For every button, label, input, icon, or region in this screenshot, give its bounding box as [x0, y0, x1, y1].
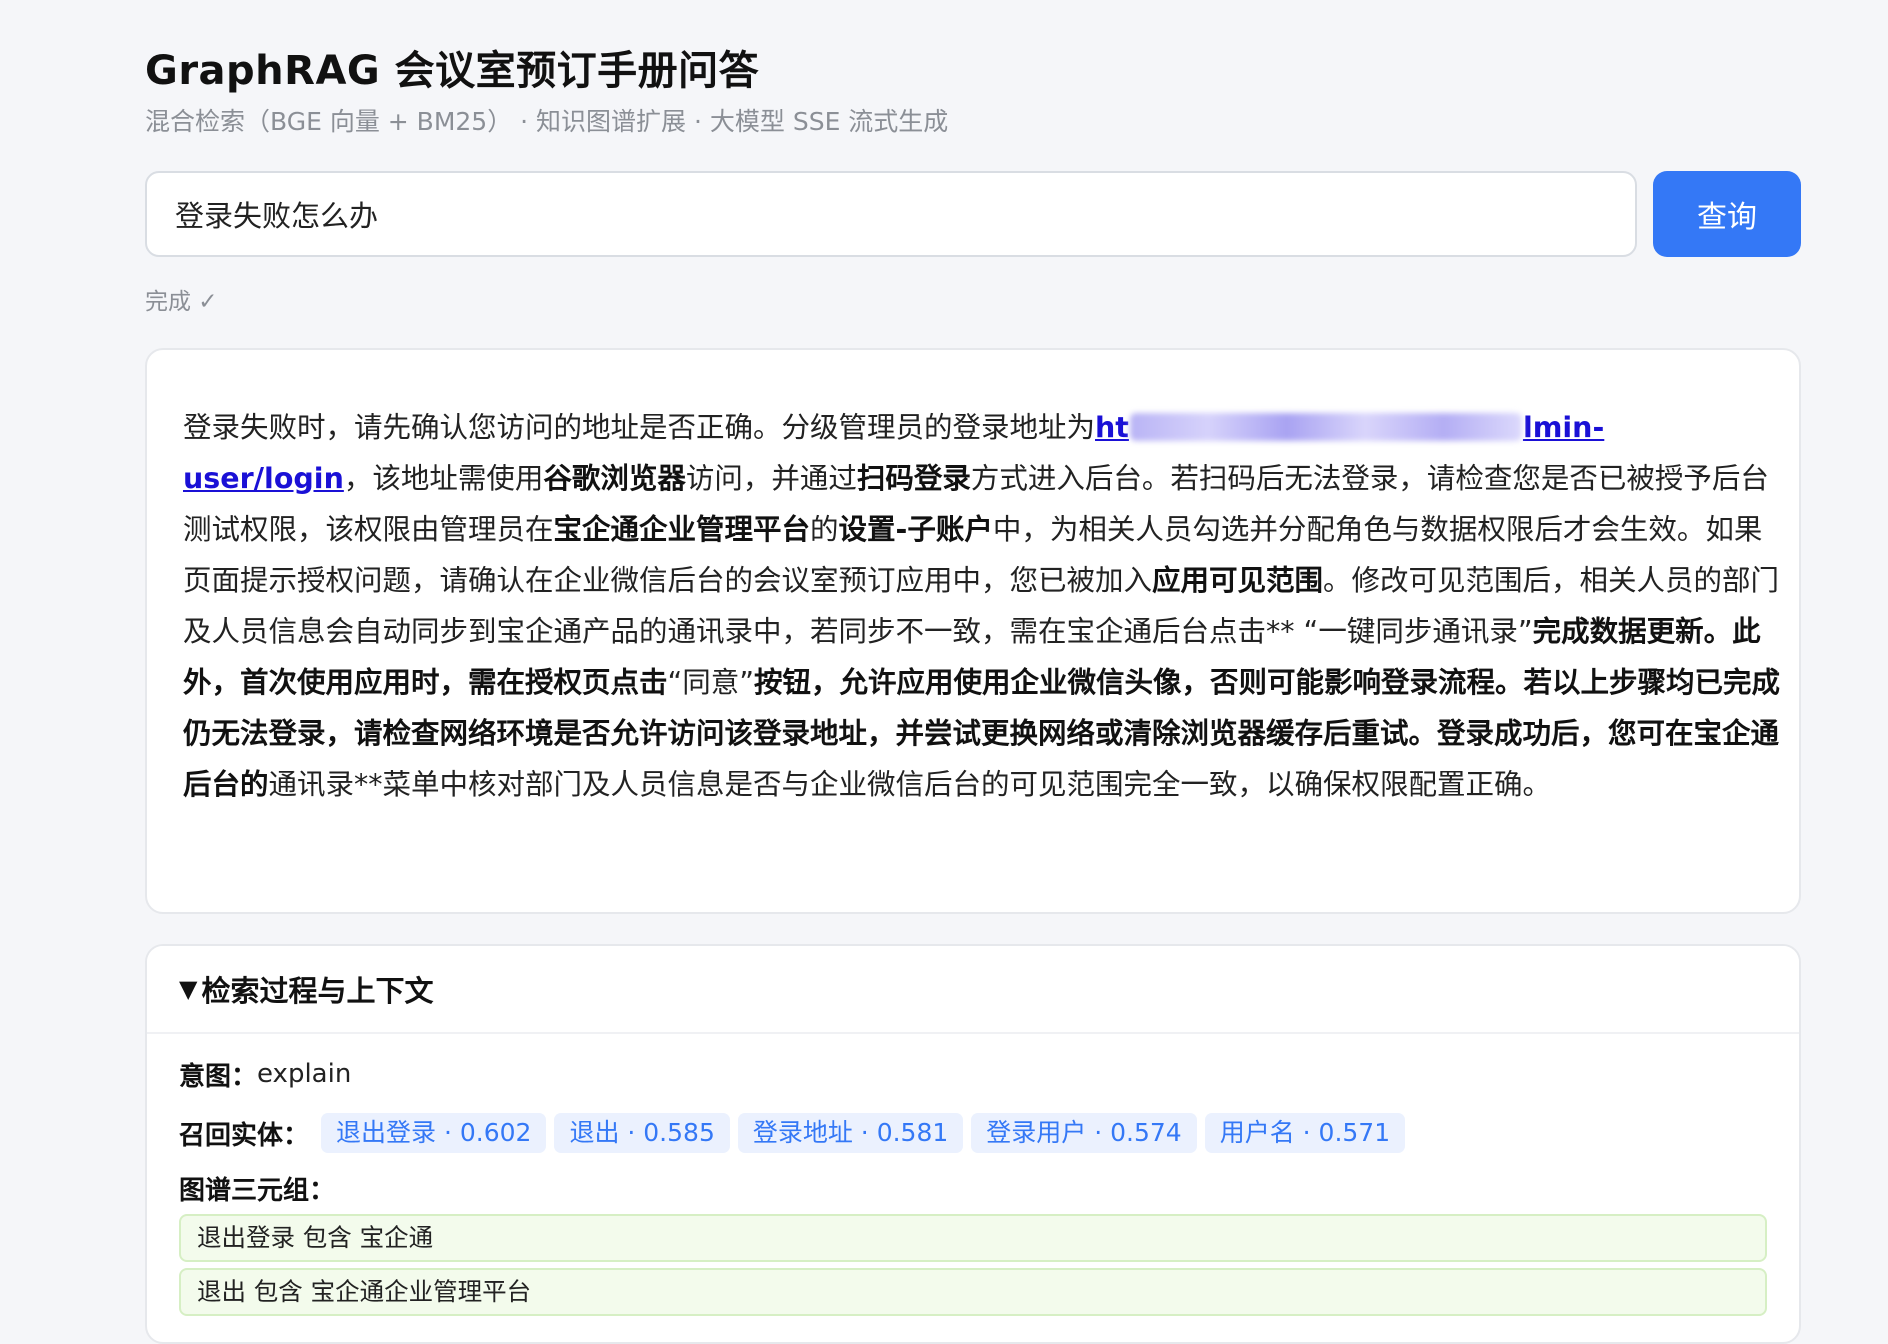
triangle-down-icon: ▼	[179, 975, 198, 1003]
status-text: 完成 ✓	[145, 289, 218, 315]
answer-text-segment: 的	[810, 513, 839, 546]
entity-chip: 退出登录 · 0.602	[321, 1113, 547, 1153]
entity-chip: 登录地址 · 0.581	[737, 1113, 964, 1153]
intent-value: explain	[257, 1059, 352, 1089]
triples-label: 图谱三元组：	[179, 1176, 336, 1206]
retrieval-details-title: 检索过程与上下文	[201, 974, 434, 1008]
triple-item: 退出 包含 宝企通企业管理平台	[179, 1268, 1767, 1316]
triple-item: 退出登录 包含 宝企通	[179, 1214, 1767, 1262]
answer-bold-segment: 扫码登录	[856, 462, 971, 495]
answer-bold-segment: 设置-子账户	[838, 513, 993, 546]
answer-bold-segment: 应用可见范围	[1152, 564, 1324, 597]
entity-chip: 登录用户 · 0.574	[971, 1113, 1197, 1153]
answer-text-segment: ，该地址需使用	[343, 462, 544, 495]
app-page: GraphRAG 会议室预订手册问答 混合检索（BGE 向量 + BM25） ·…	[0, 0, 1888, 1344]
login-url-start: ht	[1095, 411, 1129, 444]
page-subtitle: 混合检索（BGE 向量 + BM25） · 知识图谱扩展 · 大模型 SSE 流…	[145, 107, 949, 136]
retrieval-details-toggle[interactable]: ▼ 检索过程与上下文	[147, 946, 1799, 1032]
question-input[interactable]	[145, 171, 1637, 257]
retrieval-details-panel: ▼ 检索过程与上下文 意图： explain 召回实体： 退出登录 · 0.60…	[145, 944, 1801, 1344]
answer-bold-segment: 谷歌浏览器	[543, 462, 686, 495]
page-title: GraphRAG 会议室预订手册问答	[145, 48, 760, 94]
answer-text-segment: 登录失败时，请先确认您访问的地址是否正确。分级管理员的登录地址为	[183, 411, 1096, 444]
answer-bold-segment: 宝企通企业管理平台	[553, 513, 811, 546]
redacted-url-blur	[1129, 413, 1522, 441]
entity-chip: 退出 · 0.585	[554, 1113, 730, 1153]
query-button[interactable]: 查询	[1653, 171, 1801, 257]
entities-label: 召回实体：	[179, 1120, 310, 1151]
retrieval-details-body: 意图： explain 召回实体： 退出登录 · 0.602 退出 · 0.58…	[147, 1032, 1799, 1316]
answer-card: 登录失败时，请先确认您访问的地址是否正确。分级管理员的登录地址为ht lmin-u…	[145, 348, 1801, 914]
intent-label: 意图：	[179, 1061, 258, 1092]
entity-chip: 用户名 · 0.571	[1204, 1113, 1406, 1153]
entities-row: 召回实体： 退出登录 · 0.602 退出 · 0.585 登录地址 · 0.5…	[179, 1112, 1767, 1154]
answer-text-segment: 访问，并通过	[685, 462, 857, 495]
answer-text: 登录失败时，请先确认您访问的地址是否正确。分级管理员的登录地址为ht lmin-u…	[183, 402, 1783, 810]
answer-text-segment: 通讯录**菜单中核对部门及人员信息是否与企业微信后台的可见范围完全一致，以确保权…	[268, 768, 1552, 801]
answer-text-segment: “同意”	[667, 666, 755, 699]
intent-row: 意图： explain	[179, 1054, 1767, 1094]
